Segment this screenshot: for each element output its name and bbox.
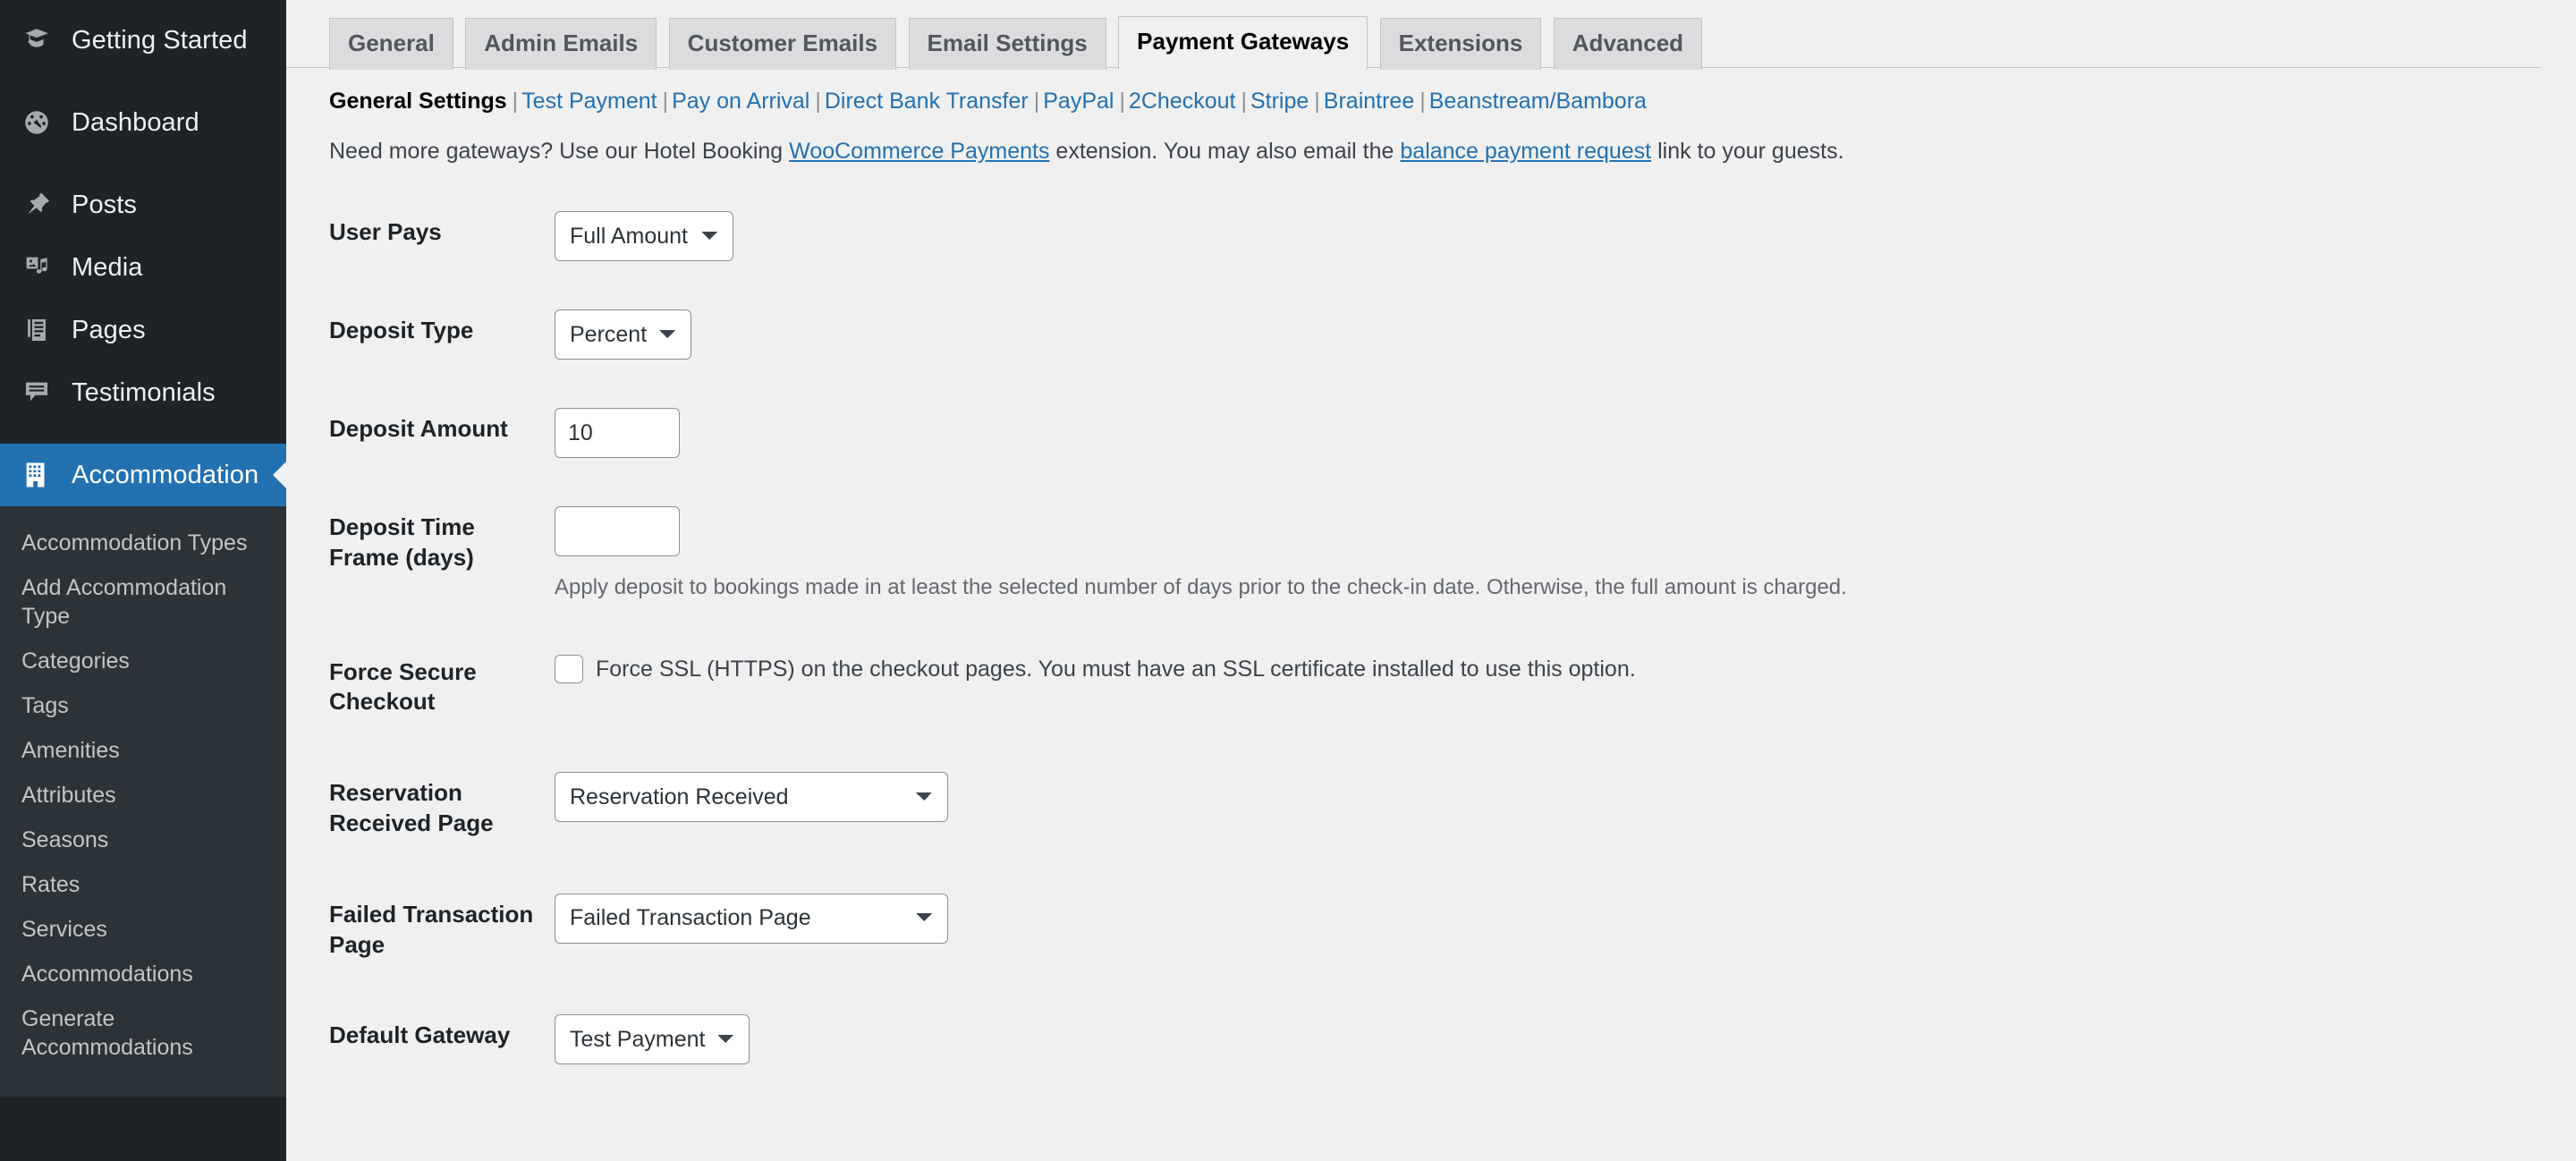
subnav-item-general-settings[interactable]: General Settings bbox=[329, 89, 507, 114]
admin-screen: Getting Started Dashboard Posts Media Pa… bbox=[0, 0, 2576, 1161]
sidebar-item-media[interactable]: Media bbox=[0, 236, 286, 299]
submenu-item-accommodation-types[interactable]: Accommodation Types bbox=[0, 521, 286, 565]
label-deposit-amount: Deposit Amount bbox=[329, 415, 508, 442]
subnav-item-direct-bank-transfer[interactable]: Direct Bank Transfer bbox=[825, 89, 1029, 114]
graduation-cap-icon bbox=[21, 25, 61, 55]
subnav-divider: | bbox=[1419, 89, 1426, 114]
submenu-item-services[interactable]: Services bbox=[0, 907, 286, 952]
default-gateway-select[interactable]: Test Payment bbox=[555, 1014, 750, 1065]
sidebar-item-label: Pages bbox=[72, 315, 146, 344]
sidebar-item-label: Testimonials bbox=[72, 377, 216, 407]
sidebar-item-label: Posts bbox=[72, 190, 138, 219]
woocommerce-payments-link[interactable]: WooCommerce Payments bbox=[789, 139, 1049, 164]
settings-tabs: General Admin Emails Customer Emails Ema… bbox=[286, 0, 2540, 70]
subnav-divider: | bbox=[1033, 89, 1040, 114]
label-deposit-type: Deposit Type bbox=[329, 317, 474, 343]
label-failed-transaction-page: Failed Transaction Page bbox=[329, 900, 534, 958]
submenu-item-tags[interactable]: Tags bbox=[0, 683, 286, 728]
tab-admin-emails[interactable]: Admin Emails bbox=[465, 18, 657, 70]
submenu-item-seasons[interactable]: Seasons bbox=[0, 818, 286, 862]
force-ssl-label: Force SSL (HTTPS) on the checkout pages.… bbox=[596, 656, 1636, 682]
dashboard-icon bbox=[21, 107, 61, 138]
subnav-divider: | bbox=[662, 89, 669, 114]
description-text-3: link to your guests. bbox=[1651, 139, 1844, 164]
row-user-pays: User Pays Full Amount bbox=[286, 187, 2576, 285]
deposit-time-frame-note: Apply deposit to bookings made in at lea… bbox=[555, 575, 1847, 599]
tab-email-settings[interactable]: Email Settings bbox=[908, 18, 1106, 70]
subnav-item-braintree[interactable]: Braintree bbox=[1324, 89, 1414, 114]
row-deposit-amount: Deposit Amount bbox=[286, 384, 2576, 482]
description-text-2: extension. You may also email the bbox=[1049, 139, 1401, 164]
sidebar-item-label: Dashboard bbox=[72, 107, 199, 137]
gateway-subnav: General Settings | Test Payment | Pay on Arr… bbox=[286, 68, 2576, 114]
row-default-gateway: Default Gateway Test Payment bbox=[286, 990, 2576, 1089]
tab-extensions[interactable]: Extensions bbox=[1379, 18, 1542, 70]
subnav-divider: | bbox=[1119, 89, 1125, 114]
tab-general[interactable]: General bbox=[329, 18, 453, 70]
sidebar-item-pages[interactable]: Pages bbox=[0, 299, 286, 361]
settings-main: General Admin Emails Customer Emails Ema… bbox=[286, 0, 2576, 1161]
subnav-item-pay-on-arrival[interactable]: Pay on Arrival bbox=[672, 89, 809, 114]
force-ssl-checkbox[interactable] bbox=[555, 654, 583, 683]
building-icon bbox=[21, 460, 61, 490]
deposit-type-select[interactable]: Percent bbox=[555, 309, 691, 360]
submenu-item-attributes[interactable]: Attributes bbox=[0, 773, 286, 818]
balance-payment-request-link[interactable]: balance payment request bbox=[1400, 139, 1651, 164]
testimonials-icon bbox=[21, 377, 61, 408]
payment-settings-form: User Pays Full Amount Deposit Type Perce… bbox=[286, 187, 2576, 1089]
pages-icon bbox=[21, 315, 61, 345]
deposit-time-frame-input[interactable] bbox=[555, 506, 680, 556]
sidebar-menu: Getting Started Dashboard Posts Media Pa… bbox=[0, 0, 286, 506]
user-pays-select[interactable]: Full Amount bbox=[555, 211, 733, 261]
deposit-amount-input[interactable] bbox=[555, 408, 680, 458]
label-user-pays: User Pays bbox=[329, 218, 442, 245]
label-reservation-received-page: Reservation Received Page bbox=[329, 779, 494, 836]
subnav-divider: | bbox=[512, 89, 519, 114]
gateways-description: Need more gateways? Use our Hotel Bookin… bbox=[286, 114, 2576, 167]
subnav-item-stripe[interactable]: Stripe bbox=[1250, 89, 1309, 114]
label-deposit-time-frame: Deposit Time Frame (days) bbox=[329, 513, 475, 571]
reservation-received-page-select[interactable]: Reservation Received bbox=[555, 772, 948, 823]
sidebar-item-accommodation[interactable]: Accommodation bbox=[0, 444, 286, 506]
tab-customer-emails[interactable]: Customer Emails bbox=[668, 18, 897, 70]
tab-payment-gateways[interactable]: Payment Gateways bbox=[1118, 16, 1368, 70]
submenu-item-rates[interactable]: Rates bbox=[0, 862, 286, 907]
media-icon bbox=[21, 252, 61, 283]
row-deposit-type: Deposit Type Percent bbox=[286, 285, 2576, 384]
sidebar-item-posts[interactable]: Posts bbox=[0, 174, 286, 236]
tab-advanced[interactable]: Advanced bbox=[1553, 18, 1703, 70]
submenu-item-amenities[interactable]: Amenities bbox=[0, 728, 286, 773]
subnav-item-2checkout[interactable]: 2Checkout bbox=[1129, 89, 1236, 114]
sidebar-item-getting-started[interactable]: Getting Started bbox=[0, 9, 286, 72]
subnav-divider: | bbox=[1314, 89, 1320, 114]
submenu-item-generate-accommodations[interactable]: Generate Accommodations bbox=[0, 996, 286, 1070]
row-deposit-time-frame: Deposit Time Frame (days) Apply deposit … bbox=[286, 482, 2576, 627]
sidebar-item-testimonials[interactable]: Testimonials bbox=[0, 361, 286, 424]
row-force-secure-checkout: Force Secure Checkout Force SSL (HTTPS) … bbox=[286, 627, 2576, 749]
admin-sidebar: Getting Started Dashboard Posts Media Pa… bbox=[0, 0, 286, 1161]
subnav-item-beanstream-bambora[interactable]: Beanstream/Bambora bbox=[1429, 89, 1647, 114]
failed-transaction-page-select[interactable]: Failed Transaction Page bbox=[555, 893, 948, 944]
subnav-divider: | bbox=[1241, 89, 1247, 114]
label-default-gateway: Default Gateway bbox=[329, 1021, 511, 1049]
submenu-item-accommodations[interactable]: Accommodations bbox=[0, 952, 286, 996]
submenu-item-add-accommodation-type[interactable]: Add Accommodation Type bbox=[0, 565, 286, 639]
pin-icon bbox=[21, 190, 61, 220]
accommodation-submenu: Accommodation Types Add Accommodation Ty… bbox=[0, 506, 286, 1097]
submenu-item-categories[interactable]: Categories bbox=[0, 639, 286, 683]
row-failed-transaction-page: Failed Transaction Page Failed Transacti… bbox=[286, 869, 2576, 991]
subnav-divider: | bbox=[815, 89, 821, 114]
label-force-secure-checkout: Force Secure Checkout bbox=[329, 657, 477, 716]
sidebar-item-dashboard[interactable]: Dashboard bbox=[0, 91, 286, 154]
sidebar-item-label: Getting Started bbox=[72, 25, 248, 55]
description-text-1: Need more gateways? Use our Hotel Bookin… bbox=[329, 139, 790, 164]
subnav-item-paypal[interactable]: PayPal bbox=[1043, 89, 1114, 114]
sidebar-item-label: Media bbox=[72, 252, 143, 282]
subnav-item-test-payment[interactable]: Test Payment bbox=[521, 89, 657, 114]
row-reservation-received-page: Reservation Received Page Reservation Re… bbox=[286, 748, 2576, 869]
sidebar-item-label: Accommodation bbox=[72, 460, 259, 489]
force-ssl-checkbox-row: Force SSL (HTTPS) on the checkout pages.… bbox=[555, 651, 2567, 684]
